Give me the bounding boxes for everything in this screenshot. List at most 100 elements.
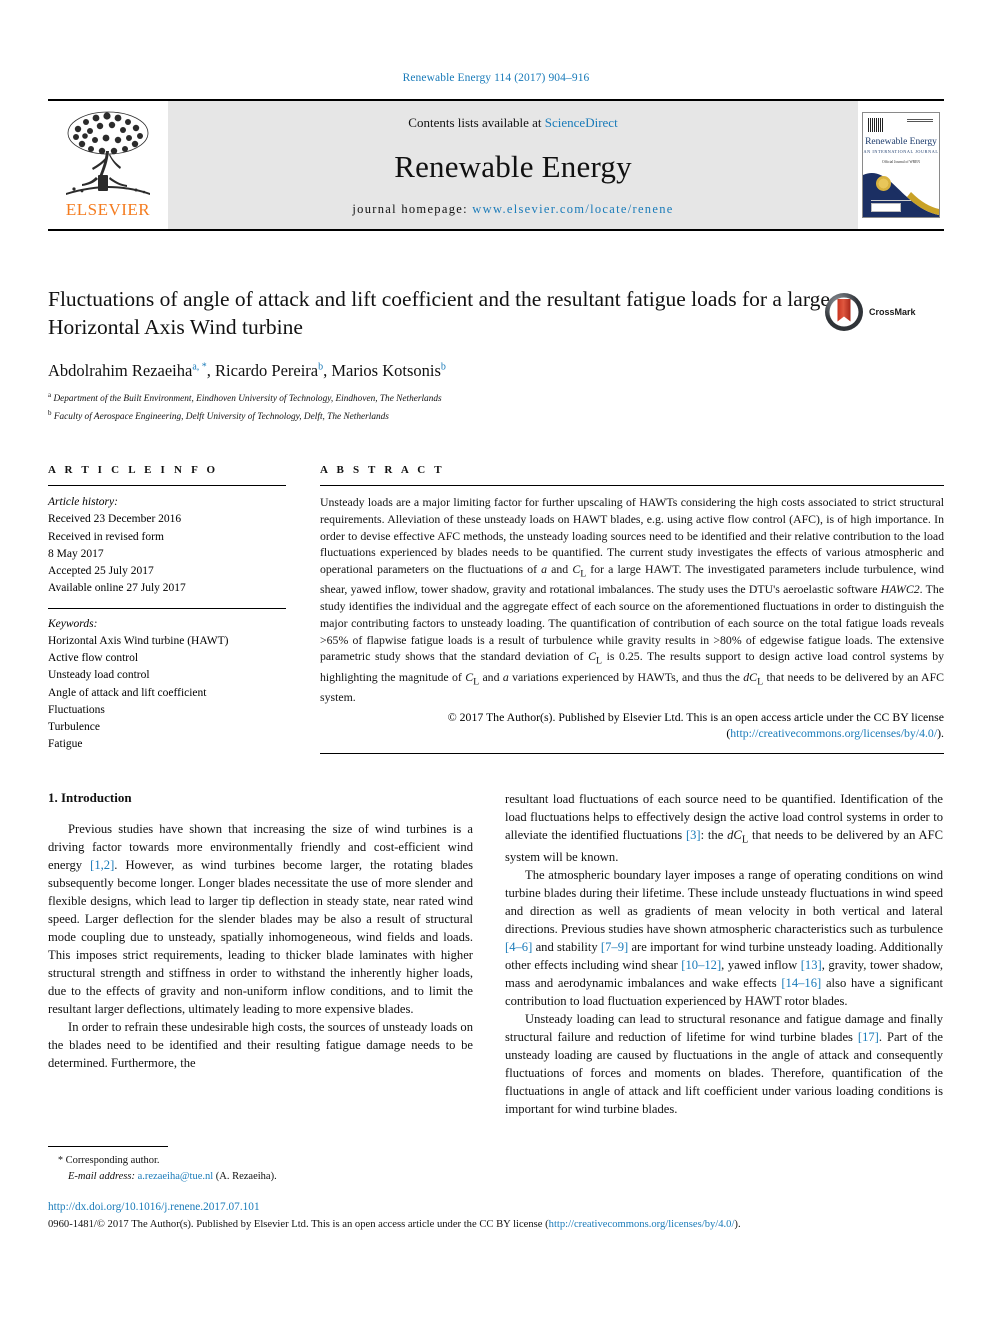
article-history-item: Available online 27 July 2017 bbox=[48, 582, 186, 595]
keyword-item: Horizontal Axis Wind turbine (HAWT) bbox=[48, 634, 229, 647]
keyword-item: Angle of attack and lift coefficient bbox=[48, 686, 207, 699]
cover-journal-line3: Official Journal of WREN bbox=[882, 160, 920, 164]
section-heading-introduction: 1. Introduction bbox=[48, 790, 132, 805]
paragraph-text: The atmospheric boundary layer imposes a… bbox=[505, 867, 944, 1008]
elsevier-logo: ELSEVIER bbox=[48, 101, 168, 229]
citation-ref[interactable]: [14–16] bbox=[781, 976, 821, 990]
author-name-3: Marios Kotsonis bbox=[331, 360, 441, 380]
abstract-part-5: and bbox=[479, 669, 503, 684]
homepage-prefix: journal homepage: bbox=[352, 202, 473, 216]
abstract-section: A B S T R A C T Unsteady loads are a maj… bbox=[320, 464, 944, 755]
article-info-section: A R T I C L E I N F O Article history: R… bbox=[48, 464, 286, 754]
footnote-email-label: E-mail address: bbox=[68, 1170, 135, 1182]
abstract-joiner-1: and bbox=[547, 562, 573, 576]
keyword-item: Unsteady load control bbox=[48, 669, 150, 682]
abstract-copyright-text: © 2017 The Author(s). Published by Elsev… bbox=[447, 709, 944, 724]
cover-barcode-icon bbox=[868, 118, 883, 132]
paragraph-text: In order to refrain these undesirable hi… bbox=[48, 1020, 473, 1070]
running-head: Renewable Energy 114 (2017) 904–916 bbox=[402, 72, 590, 84]
article-history-item: Accepted 25 July 2017 bbox=[48, 565, 154, 577]
doi-link[interactable]: http://dx.doi.org/10.1016/j.renene.2017.… bbox=[48, 1199, 944, 1216]
paragraph: In order to refrain these undesirable hi… bbox=[48, 1018, 473, 1072]
article-history-item: Received in revised form bbox=[48, 530, 164, 543]
abstract-rule bbox=[320, 485, 944, 486]
keyword-item: Fluctuations bbox=[48, 703, 105, 716]
journal-homepage-link[interactable]: www.elsevier.com/locate/renene bbox=[472, 202, 673, 216]
citation-ref[interactable]: [4–6] bbox=[505, 940, 532, 954]
abstract-symbol-dcl: dC bbox=[743, 669, 758, 684]
journal-title: Renewable Energy bbox=[394, 149, 632, 184]
license-paren-close: ). bbox=[937, 726, 944, 741]
cover-footer-box bbox=[871, 203, 901, 212]
footnote-corresponding-text: Corresponding author. bbox=[65, 1155, 160, 1166]
paragraph: resultant load fluctuations of each sour… bbox=[505, 790, 943, 866]
abstract-software-name: HAWC2 bbox=[880, 582, 920, 597]
cover-journal-title: Renewable Energy bbox=[865, 137, 937, 147]
license-link[interactable]: http://creativecommons.org/licenses/by/4… bbox=[730, 726, 937, 740]
crossmark-badge[interactable]: CrossMark bbox=[824, 292, 916, 332]
page-footer: http://dx.doi.org/10.1016/j.renene.2017.… bbox=[48, 1199, 944, 1233]
paragraph: Previous studies have shown that increas… bbox=[48, 820, 473, 1018]
paragraph: Unsteady loading can lead to structural … bbox=[505, 1010, 943, 1118]
affiliation-mark-1: a bbox=[48, 391, 52, 400]
sciencedirect-link[interactable]: ScienceDirect bbox=[545, 115, 618, 130]
author-list: Abdolrahim Rezaeihaa, *, Ricardo Pereira… bbox=[48, 360, 446, 380]
title-block: Fluctuations of angle of attack and lift… bbox=[48, 285, 838, 424]
issn-copyright-line: 0960-1481/© 2017 The Author(s). Publishe… bbox=[48, 1217, 944, 1233]
introduction-left-column: 1. Introduction Previous studies have sh… bbox=[48, 790, 473, 1072]
citation-ref[interactable]: [1,2] bbox=[90, 858, 114, 872]
citation-ref[interactable]: [17] bbox=[858, 1030, 879, 1044]
crossmark-label: CrossMark bbox=[869, 307, 916, 317]
author-marks-3: b bbox=[440, 361, 446, 373]
citation-ref[interactable]: [3] bbox=[686, 828, 701, 842]
contents-prefix: Contents lists available at bbox=[408, 115, 545, 130]
keywords-rule bbox=[48, 607, 286, 609]
author-marks-2: b bbox=[318, 361, 324, 373]
author-name-2: Ricardo Pereira bbox=[215, 360, 319, 380]
affiliation-2: b Faculty of Aerospace Engineering, Delf… bbox=[48, 408, 838, 425]
citation-ref[interactable]: [7–9] bbox=[601, 940, 628, 954]
paragraph: The atmospheric boundary layer imposes a… bbox=[505, 866, 943, 1010]
article-info-heading: A R T I C L E I N F O bbox=[48, 464, 219, 476]
issn-copyright-suffix: ). bbox=[734, 1218, 741, 1230]
footer-license-link[interactable]: http://creativecommons.org/licenses/by/4… bbox=[549, 1219, 735, 1230]
author-marks-1: a, * bbox=[192, 361, 207, 373]
footnote-email-owner: (A. Rezaeiha). bbox=[215, 1170, 277, 1182]
author-email-link[interactable]: a.rezaeiha@tue.nl bbox=[138, 1171, 214, 1182]
footnote-star: * bbox=[58, 1155, 63, 1166]
paragraph-text: Previous studies have shown that increas… bbox=[48, 822, 473, 1016]
author-name-1: Abdolrahim Rezaeiha bbox=[48, 360, 193, 380]
article-info-rule bbox=[48, 485, 286, 486]
introduction-right-column: resultant load fluctuations of each sour… bbox=[505, 790, 943, 1118]
paragraph-text: resultant load fluctuations of each sour… bbox=[505, 792, 943, 864]
footnote-email-line: E-mail address: a.rezaeiha@tue.nl (A. Re… bbox=[48, 1169, 473, 1185]
abstract-copyright: © 2017 The Author(s). Published by Elsev… bbox=[320, 709, 944, 743]
cover-emblem-icon bbox=[876, 176, 891, 191]
keywords-title: Keywords: bbox=[48, 617, 98, 630]
abstract-symbol-cl-3: C bbox=[465, 669, 474, 684]
keyword-item: Fatigue bbox=[48, 738, 83, 751]
cover-footer-lines bbox=[871, 199, 911, 201]
article-history-title: Article history: bbox=[48, 496, 118, 508]
footnote-corresponding-line: * Corresponding author. bbox=[48, 1153, 473, 1169]
crossmark-icon bbox=[825, 293, 863, 331]
journal-cover-thumbnail: Renewable Energy AN INTERNATIONAL JOURNA… bbox=[858, 101, 944, 229]
journal-homepage-line: journal homepage: www.elsevier.com/locat… bbox=[352, 202, 673, 217]
abstract-bottom-rule bbox=[320, 753, 944, 755]
journal-masthead: ELSEVIER Contents lists available at Sci… bbox=[48, 99, 944, 231]
issn-copyright-prefix: 0960-1481/© 2017 The Author(s). Publishe… bbox=[48, 1218, 549, 1230]
masthead-center: Contents lists available at ScienceDirec… bbox=[168, 101, 858, 229]
citation-ref[interactable]: [13] bbox=[801, 958, 822, 972]
cover-journal-subtitle: AN INTERNATIONAL JOURNAL bbox=[863, 149, 939, 154]
keywords-block: Keywords: Horizontal Axis Wind turbine (… bbox=[48, 607, 286, 754]
abstract-symbol-cl-2: C bbox=[588, 649, 596, 664]
contents-available-line: Contents lists available at ScienceDirec… bbox=[408, 115, 617, 131]
article-history-item: Received 23 December 2016 bbox=[48, 513, 182, 526]
affiliation-1: a Department of the Built Environment, E… bbox=[48, 390, 838, 407]
elsevier-tree-icon bbox=[66, 111, 150, 195]
paper-page: Renewable Energy 114 (2017) 904–916 ELSE… bbox=[0, 0, 992, 1323]
paragraph-text: Unsteady loading can lead to structural … bbox=[505, 1011, 943, 1116]
citation-ref[interactable]: [10–12] bbox=[681, 958, 721, 972]
footnote-rule bbox=[48, 1146, 168, 1147]
abstract-symbol-cl: C bbox=[572, 562, 581, 576]
